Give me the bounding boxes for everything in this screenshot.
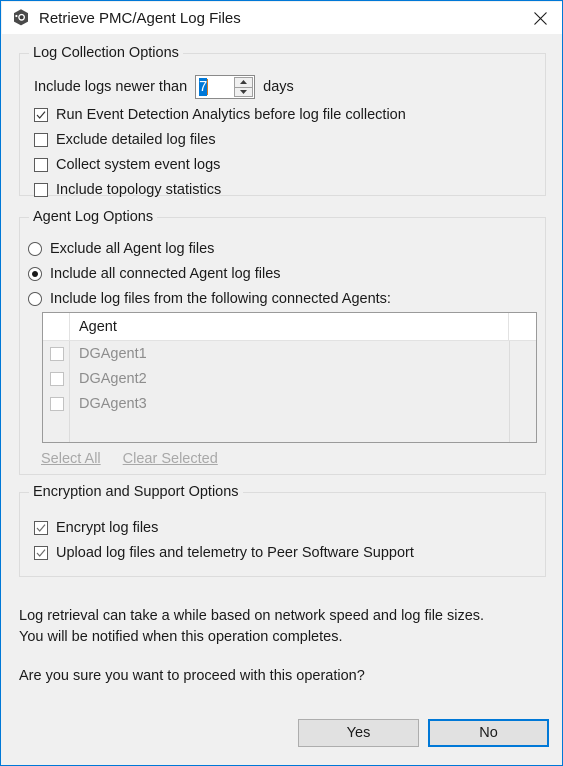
spinner-buttons bbox=[234, 77, 254, 97]
days-value: 7 bbox=[199, 78, 208, 96]
checkbox-label: Upload log files and telemetry to Peer S… bbox=[56, 545, 414, 561]
checkbox-box bbox=[34, 546, 48, 560]
include-logs-newer-than-label: Include logs newer than bbox=[34, 79, 188, 95]
no-button[interactable]: No bbox=[428, 719, 549, 747]
agent-table-header-agent[interactable]: Agent bbox=[70, 313, 509, 340]
row-checkbox-cell[interactable] bbox=[43, 346, 70, 361]
radio-circle bbox=[28, 267, 42, 281]
radio-include-all-connected-agent-logs[interactable]: Include all connected Agent log files bbox=[28, 266, 281, 282]
checkmark-icon bbox=[36, 111, 46, 119]
checkbox-include-topology-statistics[interactable]: Include topology statistics bbox=[34, 182, 221, 198]
chevron-down-icon bbox=[240, 89, 248, 94]
row-checkbox bbox=[49, 371, 64, 386]
window-title: Retrieve PMC/Agent Log Files bbox=[39, 9, 241, 27]
checkmark-icon bbox=[36, 549, 46, 557]
checkbox-box bbox=[34, 158, 48, 172]
agent-table-header-spacer bbox=[509, 313, 536, 340]
checkbox-collect-system-event-logs[interactable]: Collect system event logs bbox=[34, 157, 220, 173]
checkbox-encrypt-log-files[interactable]: Encrypt log files bbox=[34, 520, 158, 536]
radio-circle bbox=[28, 242, 42, 256]
radio-label: Include all connected Agent log files bbox=[50, 266, 281, 282]
checkmark-icon bbox=[36, 524, 46, 532]
checkbox-label: Encrypt log files bbox=[56, 520, 159, 536]
row-checkbox bbox=[49, 346, 64, 361]
spinner-up-button[interactable] bbox=[234, 77, 254, 88]
checkbox-box bbox=[34, 521, 48, 535]
radio-label: Exclude all Agent log files bbox=[50, 241, 215, 257]
checkbox-upload-log-files[interactable]: Upload log files and telemetry to Peer S… bbox=[34, 545, 414, 561]
agent-table-column-divider-left bbox=[69, 341, 70, 442]
chevron-up-icon bbox=[240, 80, 248, 85]
yes-button[interactable]: Yes bbox=[298, 719, 419, 747]
radio-include-selected-agent-logs[interactable]: Include log files from the following con… bbox=[28, 291, 391, 307]
checkbox-label: Exclude detailed log files bbox=[56, 132, 216, 148]
agent-table-header-checkbox-cell bbox=[43, 313, 70, 340]
message-line-3: Are you sure you want to proceed with th… bbox=[19, 668, 365, 684]
select-all-link[interactable]: Select All bbox=[41, 451, 101, 467]
agent-table-header: Agent bbox=[43, 313, 536, 341]
agent-table-column-divider-right bbox=[509, 341, 510, 442]
row-checkbox bbox=[49, 396, 64, 411]
agent-log-options-title: Agent Log Options bbox=[29, 209, 158, 225]
checkbox-box bbox=[34, 183, 48, 197]
radio-dot bbox=[32, 271, 38, 277]
message-line-2: You will be notified when this operation… bbox=[19, 629, 343, 645]
days-spinner[interactable]: 7 bbox=[195, 75, 256, 99]
agent-table[interactable]: Agent DGAgent1 DGAgent2 DGAgent3 bbox=[42, 312, 537, 443]
close-icon bbox=[534, 11, 547, 25]
checkbox-box bbox=[34, 108, 48, 122]
days-unit-label: days bbox=[263, 79, 294, 95]
radio-label: Include log files from the following con… bbox=[50, 291, 391, 307]
row-checkbox-cell[interactable] bbox=[43, 371, 70, 386]
message-line-1: Log retrieval can take a while based on … bbox=[19, 608, 485, 624]
checkbox-label: Include topology statistics bbox=[56, 182, 222, 198]
text-cursor bbox=[207, 79, 209, 95]
retrieve-log-files-dialog: Retrieve PMC/Agent Log Files Log Collect… bbox=[0, 0, 563, 766]
include-logs-newer-than-row: Include logs newer than 7 days bbox=[34, 75, 294, 99]
checkbox-exclude-detailed-logs[interactable]: Exclude detailed log files bbox=[34, 132, 216, 148]
encryption-support-options-title: Encryption and Support Options bbox=[29, 484, 243, 500]
close-button[interactable] bbox=[518, 2, 562, 34]
checkbox-run-event-detection[interactable]: Run Event Detection Analytics before log… bbox=[34, 107, 406, 123]
row-checkbox-cell[interactable] bbox=[43, 396, 70, 411]
log-collection-options-title: Log Collection Options bbox=[29, 45, 183, 61]
row-agent-name: DGAgent3 bbox=[79, 395, 147, 412]
table-row[interactable]: DGAgent3 bbox=[43, 391, 536, 416]
radio-circle bbox=[28, 292, 42, 306]
row-agent-name: DGAgent2 bbox=[79, 370, 147, 387]
app-hexagon-icon bbox=[14, 9, 28, 26]
checkbox-label: Collect system event logs bbox=[56, 157, 221, 173]
table-row[interactable]: DGAgent1 bbox=[43, 341, 536, 366]
clear-selected-link[interactable]: Clear Selected bbox=[123, 451, 218, 467]
agent-table-actions: Select All Clear Selected bbox=[41, 451, 218, 467]
spinner-down-button[interactable] bbox=[234, 87, 254, 97]
checkbox-box bbox=[34, 133, 48, 147]
checkbox-label: Run Event Detection Analytics before log… bbox=[56, 107, 406, 123]
table-row[interactable]: DGAgent2 bbox=[43, 366, 536, 391]
radio-exclude-all-agent-logs[interactable]: Exclude all Agent log files bbox=[28, 241, 214, 257]
row-agent-name: DGAgent1 bbox=[79, 345, 147, 362]
agent-table-body: DGAgent1 DGAgent2 DGAgent3 bbox=[43, 341, 536, 442]
title-bar: Retrieve PMC/Agent Log Files bbox=[2, 2, 562, 34]
